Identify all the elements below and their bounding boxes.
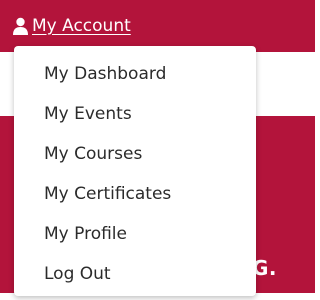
my-account-label: My Account bbox=[32, 16, 131, 36]
user-icon bbox=[12, 17, 29, 35]
menu-item-log-out[interactable]: Log Out bbox=[14, 260, 256, 300]
menu-item-my-certificates[interactable]: My Certificates bbox=[14, 180, 256, 220]
menu-item-my-dashboard[interactable]: My Dashboard bbox=[14, 60, 256, 100]
menu-item-my-courses[interactable]: My Courses bbox=[14, 140, 256, 180]
my-account-link[interactable]: My Account bbox=[12, 14, 131, 38]
menu-item-my-profile[interactable]: My Profile bbox=[14, 220, 256, 260]
account-dropdown-menu: My Dashboard My Events My Courses My Cer… bbox=[14, 46, 256, 296]
menu-item-my-events[interactable]: My Events bbox=[14, 100, 256, 140]
